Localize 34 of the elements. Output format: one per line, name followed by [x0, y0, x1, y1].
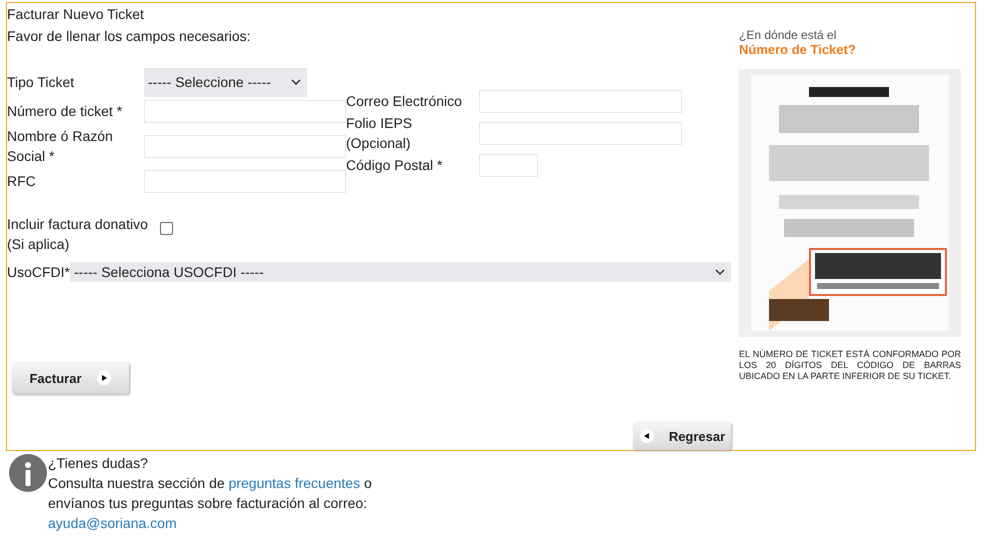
text-field[interactable]	[144, 100, 346, 122]
help-text: Consulta nuestra sección de preguntas frecuentes o envíanos tus preguntas sobre facturación al correo:	[48, 474, 373, 513]
back-icon	[638, 428, 655, 444]
page-title: Facturar Nuevo Ticket	[7, 5, 145, 24]
facturar-button[interactable]: Facturar	[12, 362, 129, 394]
checkbox-label: Incluir factura donativo (Si aplica)	[7, 215, 149, 254]
field-label: Correo Electrónico	[346, 92, 463, 111]
play-icon	[96, 370, 112, 386]
field-label: Folio IEPS (Opcional)	[346, 114, 414, 153]
field-label: Código Postal *	[346, 156, 444, 175]
help-heading-accent: Número de Ticket?	[739, 42, 857, 57]
faq-link[interactable]: preguntas frecuentes	[228, 475, 360, 491]
text-field[interactable]	[144, 134, 346, 158]
text-field[interactable]	[479, 154, 538, 176]
text-field[interactable]	[479, 122, 682, 144]
field-label: Número de ticket *	[7, 102, 124, 121]
help-caption: EL NÚMERO DE TICKET ESTÁ CONFORMADO POR LOS 20 DÍGITOS DEL CÓDIGO DE BARRAS UBICADO EN LA PARTE INFERIOR DE SU TICKET.	[739, 349, 961, 382]
text-field[interactable]	[479, 90, 682, 112]
email-link[interactable]: ayuda@soriana.com	[48, 515, 177, 531]
instructions-text: Favor de llenar los campos necesarios:	[7, 27, 252, 46]
help-question: ¿Tienes dudas?	[48, 454, 149, 473]
field-label: Tipo Ticket	[7, 73, 76, 92]
field-label: RFC	[7, 172, 37, 191]
chevron-icon	[715, 268, 725, 276]
uso-cfdi-select[interactable]: ----- Selecciona USOCFDI -----	[70, 262, 731, 282]
help-heading: ¿En dónde está el	[739, 29, 838, 42]
info-icon	[8, 453, 48, 493]
field-label: Nombre ó Razón Social *	[7, 127, 114, 166]
text-field[interactable]	[144, 170, 346, 192]
regresar-button[interactable]: Regresar	[633, 422, 731, 450]
chevron-icon	[291, 78, 301, 86]
field-label: UsoCFDI*	[7, 264, 70, 280]
ticket-type-select[interactable]: ----- Seleccione -----	[144, 68, 307, 96]
donation-checkbox[interactable]	[160, 222, 173, 235]
